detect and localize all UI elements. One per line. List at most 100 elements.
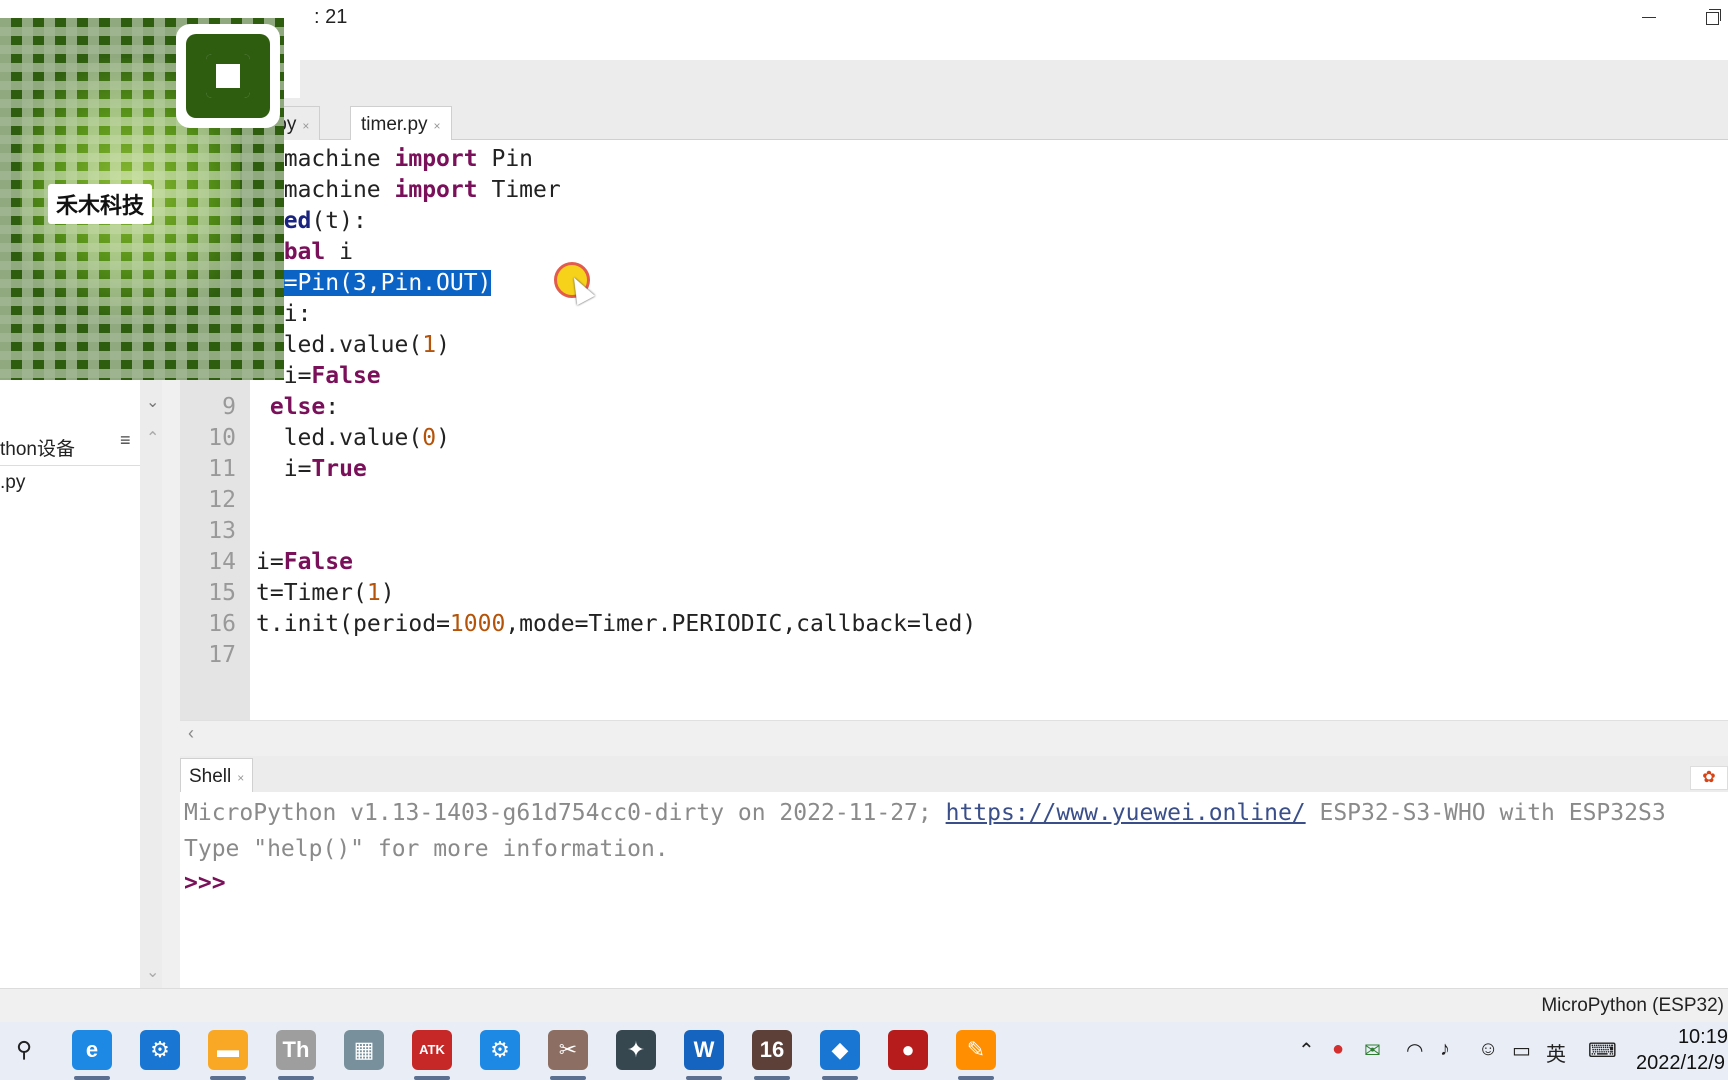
code-token: ( — [408, 425, 423, 451]
settings-icon[interactable]: ⚙ — [140, 1030, 180, 1070]
code-line[interactable]: led.value(0) — [256, 425, 450, 451]
code-line[interactable]: m machine import Pin — [256, 146, 533, 172]
banner-text: MicroPython v1.13-1403-g61d754cc0-dirty … — [184, 800, 946, 826]
keyword-token: else — [269, 394, 326, 420]
shell-tabs: Shell × — [180, 756, 1728, 792]
restore-button[interactable] — [1700, 6, 1726, 28]
line-number: 15 — [208, 580, 236, 606]
code-editor[interactable]: 91011121314151617 m machine import Pinm … — [180, 140, 1728, 746]
line-number: 11 — [208, 456, 236, 482]
search-icon[interactable]: ⚲ — [4, 1030, 44, 1070]
vendor-link[interactable]: https://www.yuewei.online/ — [946, 800, 1306, 826]
running-indicator — [754, 1076, 790, 1080]
tray-app-icon[interactable]: ☺ — [1478, 1038, 1498, 1061]
vscode-icon[interactable]: ◆ — [820, 1030, 860, 1070]
calculator-icon[interactable]: ▦ — [344, 1030, 384, 1070]
tools-icon[interactable]: ✂ — [548, 1030, 588, 1070]
qr-finder-pattern — [176, 24, 280, 128]
window-title: : 21 — [314, 6, 348, 28]
chevron-down-icon[interactable]: ⌄ — [146, 962, 159, 982]
code-token: Timer — [588, 611, 658, 637]
altium-icon[interactable]: 16 — [752, 1030, 792, 1070]
code-token: i — [256, 549, 270, 575]
code-line[interactable]: m machine import Timer — [256, 177, 561, 203]
keyword-token: import — [394, 177, 478, 203]
gear-app-icon[interactable]: ⚙ — [480, 1030, 520, 1070]
tab-label: Shell — [189, 766, 232, 787]
network-icon[interactable]: ◠ — [1406, 1038, 1423, 1063]
ime-indicator[interactable]: 英 — [1546, 1038, 1566, 1067]
running-indicator — [74, 1076, 110, 1080]
menu-icon[interactable]: ≡ — [120, 430, 131, 451]
battery-icon[interactable]: ▭ — [1512, 1038, 1531, 1063]
tab-close-icon[interactable]: × — [237, 771, 244, 785]
tray-overflow-icon[interactable]: ⌃ — [1298, 1038, 1315, 1063]
recorder-icon[interactable]: ● — [888, 1030, 928, 1070]
code-token: . — [657, 611, 672, 637]
code-line[interactable]: t=Timer(1) — [256, 580, 395, 606]
ime-mode-icon[interactable]: ⌨ — [1588, 1038, 1617, 1063]
atk-xcom-icon[interactable]: ATK — [412, 1030, 452, 1070]
line-number: 17 — [208, 642, 236, 668]
code-token: ) — [436, 332, 450, 358]
code-token: machine — [283, 177, 381, 203]
code-token: ( — [352, 580, 367, 606]
files-panel-scrollbar[interactable] — [140, 380, 162, 990]
thonny-icon[interactable]: Th — [276, 1030, 316, 1070]
line-number: 14 — [208, 549, 236, 575]
shell-prompt[interactable]: >>> — [184, 870, 226, 896]
code-token: . — [325, 332, 340, 358]
code-line[interactable]: ed=Pin(3,Pin.OUT) — [256, 270, 492, 296]
code-token: period — [352, 611, 437, 637]
shell-console[interactable]: MicroPython v1.13-1403-g61d754cc0-dirty … — [180, 792, 1728, 988]
code-token: value — [339, 332, 409, 358]
code-line[interactable]: else: — [256, 394, 339, 420]
code-line[interactable]: i=True — [256, 456, 367, 482]
interpreter-status[interactable]: MicroPython (ESP32) — [1541, 995, 1724, 1017]
code-token: = — [269, 580, 284, 606]
record-tray-icon[interactable]: ● — [1332, 1038, 1344, 1061]
code-line[interactable]: led.value(1) — [256, 332, 450, 358]
volume-icon[interactable]: ♪ — [1440, 1038, 1450, 1061]
paint-icon[interactable]: ✎ — [956, 1030, 996, 1070]
code-token: , — [505, 611, 520, 637]
code-token: ( — [408, 332, 423, 358]
status-bar: MicroPython (ESP32) — [0, 988, 1728, 1022]
editor-horizontal-scrollbar[interactable]: ‹ — [180, 720, 1728, 746]
file-explorer-icon[interactable]: ▬ — [208, 1030, 248, 1070]
paw-icon[interactable]: ✿ — [1690, 766, 1728, 790]
line-number: 9 — [222, 394, 236, 420]
toolbar-strip — [300, 60, 1728, 98]
tab-timer-py[interactable]: timer.py × — [350, 106, 452, 140]
code-token: = — [297, 456, 312, 482]
code-token: ): — [339, 208, 367, 234]
clock-time[interactable]: 10:19 — [1636, 1026, 1728, 1049]
clock-date[interactable]: 2022/12/9 — [1636, 1052, 1728, 1075]
word-icon[interactable]: W — [684, 1030, 724, 1070]
bird-app-icon[interactable]: ✦ — [616, 1030, 656, 1070]
file-item[interactable]: .py — [0, 472, 25, 494]
running-indicator — [822, 1076, 858, 1080]
code-line[interactable]: t.init(period=1000,mode=Timer.PERIODIC,c… — [256, 611, 976, 637]
selected-text[interactable]: ed=Pin(3,Pin.OUT) — [256, 270, 492, 296]
minimize-button[interactable] — [1636, 6, 1662, 28]
code-token: t — [256, 580, 270, 606]
code-token: mode — [519, 611, 575, 637]
edge-icon[interactable]: e — [72, 1030, 112, 1070]
tab-close-icon[interactable]: × — [302, 119, 309, 133]
banner-text: ESP32-S3-WHO with ESP32S3 — [1305, 800, 1666, 826]
chevron-down-icon[interactable]: ⌄ — [146, 392, 159, 412]
scroll-left-icon[interactable]: ‹ — [188, 723, 194, 744]
running-indicator — [414, 1076, 450, 1080]
wechat-icon[interactable]: ✉ — [1364, 1038, 1381, 1063]
running-indicator — [550, 1076, 586, 1080]
chevron-up-icon[interactable]: ⌃ — [146, 428, 159, 448]
running-indicator — [278, 1076, 314, 1080]
code-line[interactable]: i=False — [256, 549, 353, 575]
code-token: : — [297, 301, 312, 327]
tab-shell[interactable]: Shell × — [180, 758, 254, 792]
tab-close-icon[interactable]: × — [434, 119, 441, 133]
qr-brand-label: 禾木科技 — [48, 184, 153, 224]
